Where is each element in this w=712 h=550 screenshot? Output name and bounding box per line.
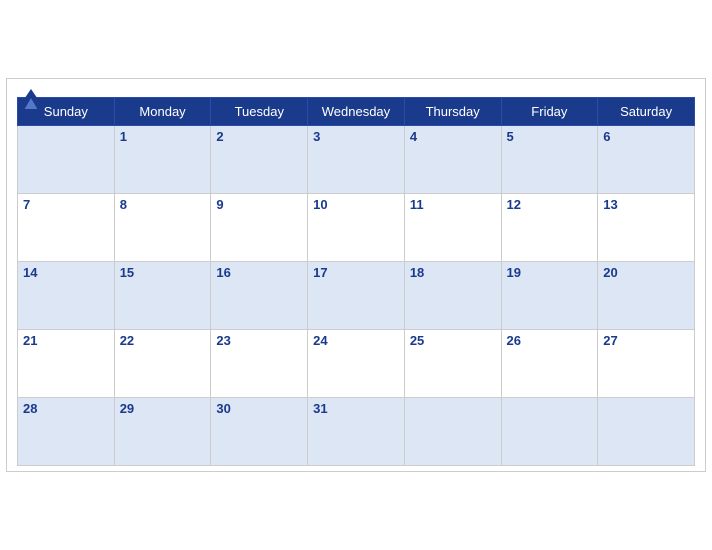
calendar-cell: 6 bbox=[598, 126, 695, 194]
day-number: 7 bbox=[23, 197, 30, 212]
calendar-cell: 25 bbox=[404, 330, 501, 398]
day-number: 1 bbox=[120, 129, 127, 144]
day-number: 22 bbox=[120, 333, 134, 348]
day-number: 2 bbox=[216, 129, 223, 144]
calendar-cell: 2 bbox=[211, 126, 308, 194]
calendar-cell: 15 bbox=[114, 262, 211, 330]
day-number: 9 bbox=[216, 197, 223, 212]
calendar-week-row: 1 2 3 4 5 6 bbox=[18, 126, 695, 194]
day-number: 12 bbox=[507, 197, 521, 212]
day-number: 20 bbox=[603, 265, 617, 280]
calendar-week-row: 21 22 23 24 25 26 27 bbox=[18, 330, 695, 398]
calendar-cell bbox=[501, 398, 598, 466]
day-number: 23 bbox=[216, 333, 230, 348]
calendar-cell: 28 bbox=[18, 398, 115, 466]
calendar-container: SundayMondayTuesdayWednesdayThursdayFrid… bbox=[6, 78, 706, 472]
day-number: 15 bbox=[120, 265, 134, 280]
day-number: 18 bbox=[410, 265, 424, 280]
weekday-header-tuesday: Tuesday bbox=[211, 98, 308, 126]
calendar-cell: 27 bbox=[598, 330, 695, 398]
calendar-cell: 7 bbox=[18, 194, 115, 262]
calendar-cell: 23 bbox=[211, 330, 308, 398]
day-number: 6 bbox=[603, 129, 610, 144]
calendar-cell: 30 bbox=[211, 398, 308, 466]
weekday-header-wednesday: Wednesday bbox=[308, 98, 405, 126]
day-number: 17 bbox=[313, 265, 327, 280]
weekday-header-thursday: Thursday bbox=[404, 98, 501, 126]
day-number: 14 bbox=[23, 265, 37, 280]
calendar-cell: 12 bbox=[501, 194, 598, 262]
day-number: 10 bbox=[313, 197, 327, 212]
day-number: 11 bbox=[410, 197, 424, 212]
day-number: 21 bbox=[23, 333, 37, 348]
day-number: 3 bbox=[313, 129, 320, 144]
day-number: 5 bbox=[507, 129, 514, 144]
calendar-cell: 11 bbox=[404, 194, 501, 262]
day-number: 27 bbox=[603, 333, 617, 348]
general-blue-icon bbox=[17, 89, 45, 109]
calendar-cell: 31 bbox=[308, 398, 405, 466]
calendar-cell: 8 bbox=[114, 194, 211, 262]
day-number: 26 bbox=[507, 333, 521, 348]
calendar-cell: 4 bbox=[404, 126, 501, 194]
calendar-cell bbox=[404, 398, 501, 466]
calendar-table: SundayMondayTuesdayWednesdayThursdayFrid… bbox=[17, 97, 695, 466]
calendar-cell: 24 bbox=[308, 330, 405, 398]
day-number: 24 bbox=[313, 333, 327, 348]
logo-area bbox=[17, 89, 48, 109]
day-number: 4 bbox=[410, 129, 417, 144]
calendar-cell: 22 bbox=[114, 330, 211, 398]
calendar-cell: 3 bbox=[308, 126, 405, 194]
weekday-header-monday: Monday bbox=[114, 98, 211, 126]
day-number: 19 bbox=[507, 265, 521, 280]
calendar-cell: 21 bbox=[18, 330, 115, 398]
weekday-header-saturday: Saturday bbox=[598, 98, 695, 126]
calendar-week-row: 28 29 30 31 bbox=[18, 398, 695, 466]
calendar-cell: 9 bbox=[211, 194, 308, 262]
day-number: 8 bbox=[120, 197, 127, 212]
calendar-cell: 16 bbox=[211, 262, 308, 330]
calendar-cell: 26 bbox=[501, 330, 598, 398]
calendar-cell bbox=[598, 398, 695, 466]
calendar-cell: 18 bbox=[404, 262, 501, 330]
day-number: 25 bbox=[410, 333, 424, 348]
calendar-cell: 14 bbox=[18, 262, 115, 330]
calendar-cell: 10 bbox=[308, 194, 405, 262]
calendar-cell: 19 bbox=[501, 262, 598, 330]
calendar-week-row: 7 8 9 10 11 12 13 bbox=[18, 194, 695, 262]
weekday-header-row: SundayMondayTuesdayWednesdayThursdayFrid… bbox=[18, 98, 695, 126]
day-number: 13 bbox=[603, 197, 617, 212]
day-number: 28 bbox=[23, 401, 37, 416]
day-number: 29 bbox=[120, 401, 134, 416]
calendar-week-row: 14 15 16 17 18 19 20 bbox=[18, 262, 695, 330]
weekday-header-friday: Friday bbox=[501, 98, 598, 126]
calendar-cell: 1 bbox=[114, 126, 211, 194]
calendar-cell: 5 bbox=[501, 126, 598, 194]
calendar-cell: 20 bbox=[598, 262, 695, 330]
calendar-cell: 17 bbox=[308, 262, 405, 330]
day-number: 16 bbox=[216, 265, 230, 280]
logo-wrapper bbox=[17, 89, 48, 109]
day-number: 31 bbox=[313, 401, 327, 416]
calendar-cell: 29 bbox=[114, 398, 211, 466]
calendar-cell: 13 bbox=[598, 194, 695, 262]
day-number: 30 bbox=[216, 401, 230, 416]
calendar-cell bbox=[18, 126, 115, 194]
